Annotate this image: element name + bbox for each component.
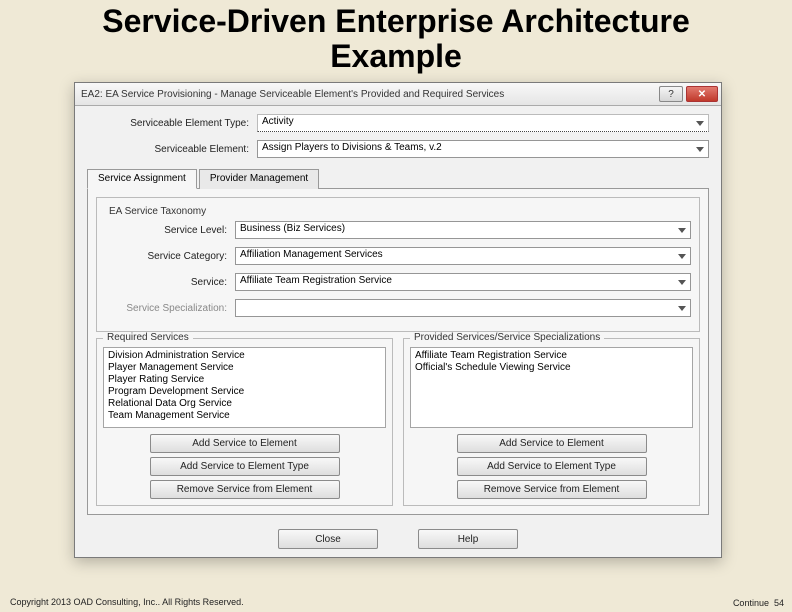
list-item[interactable]: Team Management Service xyxy=(108,410,381,422)
label-element: Serviceable Element: xyxy=(87,144,257,155)
list-required[interactable]: Division Administration Service Player M… xyxy=(103,347,386,428)
panel-title-provided: Provided Services/Service Specialization… xyxy=(410,332,604,343)
page-number: 54 xyxy=(774,598,784,608)
tab-content: EA Service Taxonomy Service Level: Busin… xyxy=(87,189,709,515)
list-item[interactable]: Program Development Service xyxy=(108,386,381,398)
tab-provider-management[interactable]: Provider Management xyxy=(199,169,319,189)
tabstrip: Service Assignment Provider Management xyxy=(87,168,709,189)
dialog-buttons: Close Help xyxy=(75,523,721,557)
required-buttons: Add Service to Element Add Service to El… xyxy=(103,434,386,499)
slide-title: Service-Driven Enterprise Architecture E… xyxy=(0,0,792,74)
slide-title-line1: Service-Driven Enterprise Architecture xyxy=(102,3,690,39)
titlebar: EA2: EA Service Provisioning - Manage Se… xyxy=(75,83,721,106)
label-service-category: Service Category: xyxy=(105,251,235,262)
select-service[interactable]: Affiliate Team Registration Service xyxy=(235,273,691,291)
service-panels: Required Services Division Administratio… xyxy=(96,338,700,506)
close-button[interactable]: Close xyxy=(278,529,378,549)
help-window-button[interactable]: ? xyxy=(659,86,683,102)
btn-prov-add-type[interactable]: Add Service to Element Type xyxy=(457,457,647,476)
copyright: Copyright 2013 OAD Consulting, Inc.. All… xyxy=(10,598,244,608)
label-service-specialization: Service Specialization: xyxy=(105,303,235,314)
label-service: Service: xyxy=(105,277,235,288)
select-element[interactable]: Assign Players to Divisions & Teams, v.2 xyxy=(257,140,709,158)
list-item[interactable]: Player Management Service xyxy=(108,362,381,374)
tab-service-assignment[interactable]: Service Assignment xyxy=(87,169,197,189)
list-item[interactable]: Affiliate Team Registration Service xyxy=(415,350,688,362)
label-element-type: Serviceable Element Type: xyxy=(87,118,257,129)
close-window-button[interactable]: ✕ xyxy=(686,86,718,102)
row-element-type: Serviceable Element Type: Activity xyxy=(87,114,709,132)
group-title-taxonomy: EA Service Taxonomy xyxy=(105,206,210,217)
list-item[interactable]: Official's Schedule Viewing Service xyxy=(415,362,688,374)
btn-req-remove[interactable]: Remove Service from Element xyxy=(150,480,340,499)
group-taxonomy: EA Service Taxonomy Service Level: Busin… xyxy=(96,197,700,332)
btn-req-add-element[interactable]: Add Service to Element xyxy=(150,434,340,453)
slide-title-line2: Example xyxy=(330,38,462,74)
list-item[interactable]: Relational Data Org Service xyxy=(108,398,381,410)
continue-text: Continue xyxy=(733,598,769,608)
list-item[interactable]: Player Rating Service xyxy=(108,374,381,386)
dialog-window: EA2: EA Service Provisioning - Manage Se… xyxy=(74,82,722,558)
provided-buttons: Add Service to Element Add Service to El… xyxy=(410,434,693,499)
select-service-specialization[interactable] xyxy=(235,299,691,317)
footer-right: Continue 54 xyxy=(733,598,784,608)
help-button[interactable]: Help xyxy=(418,529,518,549)
panel-required: Required Services Division Administratio… xyxy=(96,338,393,506)
btn-prov-remove[interactable]: Remove Service from Element xyxy=(457,480,647,499)
select-element-type[interactable]: Activity xyxy=(257,114,709,132)
label-service-level: Service Level: xyxy=(105,225,235,236)
panel-provided: Provided Services/Service Specialization… xyxy=(403,338,700,506)
top-form: Serviceable Element Type: Activity Servi… xyxy=(75,106,721,168)
panel-title-required: Required Services xyxy=(103,332,193,343)
btn-prov-add-element[interactable]: Add Service to Element xyxy=(457,434,647,453)
row-element: Serviceable Element: Assign Players to D… xyxy=(87,140,709,158)
select-service-category[interactable]: Affiliation Management Services xyxy=(235,247,691,265)
list-item[interactable]: Division Administration Service xyxy=(108,350,381,362)
list-provided[interactable]: Affiliate Team Registration Service Offi… xyxy=(410,347,693,428)
btn-req-add-type[interactable]: Add Service to Element Type xyxy=(150,457,340,476)
select-service-level[interactable]: Business (Biz Services) xyxy=(235,221,691,239)
window-title: EA2: EA Service Provisioning - Manage Se… xyxy=(81,89,504,100)
